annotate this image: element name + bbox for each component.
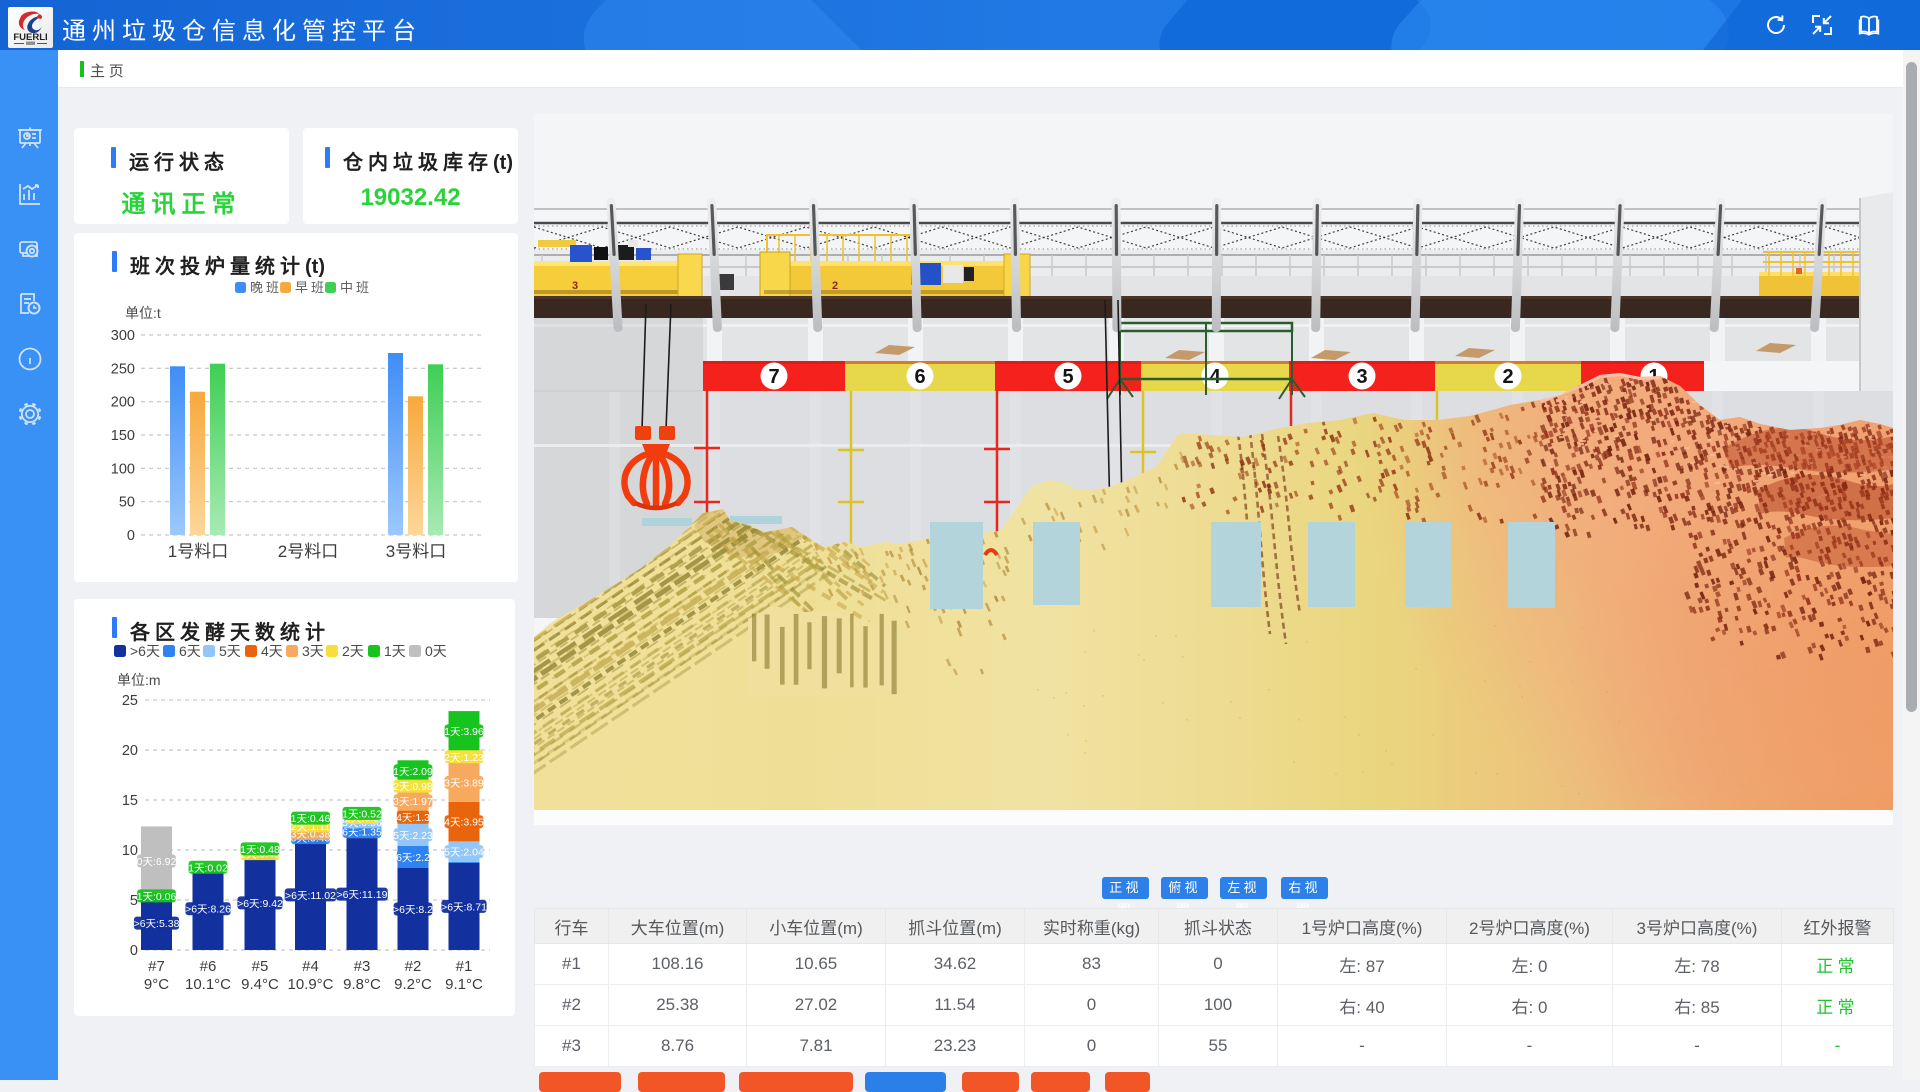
svg-text:150: 150 bbox=[111, 428, 135, 444]
svg-text:1天:0.06: 1天:0.06 bbox=[137, 891, 177, 903]
svg-text:>6天:8.71: >6天:8.71 bbox=[441, 901, 487, 913]
svg-text:4天:3.95: 4天:3.95 bbox=[444, 817, 484, 829]
svg-text:7: 7 bbox=[768, 366, 779, 388]
svg-text:>6天:8.2: >6天:8.2 bbox=[393, 904, 433, 916]
svg-text:>6天:9.42: >6天:9.42 bbox=[237, 898, 283, 910]
svg-text:9.8°C: 9.8°C bbox=[343, 976, 381, 993]
svg-text:1天:0.46: 1天:0.46 bbox=[291, 813, 331, 825]
svg-text:1号料口: 1号料口 bbox=[168, 542, 228, 561]
svg-text:9°C: 9°C bbox=[144, 976, 169, 993]
svg-text:20: 20 bbox=[122, 743, 138, 759]
svg-text:0天:6.92: 0天:6.92 bbox=[137, 856, 177, 868]
svg-text:10: 10 bbox=[122, 843, 138, 859]
svg-text:5天:2.04: 5天:2.04 bbox=[444, 847, 484, 859]
svg-text:1天:0.02: 1天:0.02 bbox=[188, 862, 228, 874]
svg-text:早班: 早班 bbox=[295, 280, 327, 295]
svg-text:1天:0.48: 1天:0.48 bbox=[240, 844, 280, 856]
svg-text:#1: #1 bbox=[456, 958, 473, 975]
svg-text:6天:2.2: 6天:2.2 bbox=[396, 852, 430, 864]
svg-text:3号料口: 3号料口 bbox=[386, 542, 446, 561]
svg-text:300: 300 bbox=[111, 328, 135, 344]
svg-text:>6天: >6天 bbox=[130, 643, 160, 659]
svg-text:250: 250 bbox=[111, 361, 135, 377]
svg-text:#5: #5 bbox=[252, 958, 269, 975]
svg-text:1天:3.96: 1天:3.96 bbox=[444, 726, 484, 738]
svg-text:6: 6 bbox=[914, 366, 925, 388]
svg-text:2天: 2天 bbox=[342, 643, 364, 659]
svg-text:0: 0 bbox=[127, 528, 135, 544]
svg-text:晚班: 晚班 bbox=[250, 280, 282, 295]
svg-text:10.1°C: 10.1°C bbox=[185, 976, 231, 993]
svg-text:#3: #3 bbox=[354, 958, 371, 975]
svg-text:25: 25 bbox=[122, 693, 138, 709]
svg-text:15: 15 bbox=[122, 793, 138, 809]
svg-text:0天: 0天 bbox=[425, 643, 447, 659]
svg-text:单位:t: 单位:t bbox=[125, 305, 161, 321]
svg-text:10.9°C: 10.9°C bbox=[287, 976, 333, 993]
svg-text:#4: #4 bbox=[302, 958, 319, 975]
svg-text:3天:3.89: 3天:3.89 bbox=[444, 778, 484, 790]
svg-text:2天:0.98: 2天:0.98 bbox=[393, 781, 433, 793]
svg-text:100: 100 bbox=[111, 461, 135, 477]
svg-text:4天: 4天 bbox=[261, 643, 283, 659]
svg-text:0: 0 bbox=[130, 943, 138, 959]
svg-text:FUERLI: FUERLI bbox=[13, 32, 47, 43]
svg-text:4: 4 bbox=[1209, 366, 1221, 388]
svg-text:#7: #7 bbox=[148, 958, 165, 975]
svg-text:200: 200 bbox=[111, 395, 135, 411]
svg-text:1天:2.09: 1天:2.09 bbox=[393, 766, 433, 778]
svg-text:2天:1.23: 2天:1.23 bbox=[444, 752, 484, 764]
svg-text:50: 50 bbox=[119, 495, 135, 511]
svg-text:单位:m: 单位:m bbox=[117, 672, 161, 688]
svg-text:9.1°C: 9.1°C bbox=[445, 976, 483, 993]
svg-text:1天: 1天 bbox=[384, 643, 406, 659]
svg-text:#6: #6 bbox=[200, 958, 217, 975]
svg-text:9.4°C: 9.4°C bbox=[241, 976, 279, 993]
svg-text:3天: 3天 bbox=[302, 643, 324, 659]
svg-text:中班: 中班 bbox=[340, 280, 372, 295]
svg-text:>6天:8.26: >6天:8.26 bbox=[185, 904, 231, 916]
svg-text:#2: #2 bbox=[405, 958, 422, 975]
svg-text:3天:1.97: 3天:1.97 bbox=[393, 796, 433, 808]
svg-text:>6天:5.38: >6天:5.38 bbox=[134, 918, 180, 930]
svg-text:>6天:11.19: >6天:11.19 bbox=[337, 889, 388, 901]
svg-text:2: 2 bbox=[832, 280, 838, 292]
svg-text:5: 5 bbox=[1062, 366, 1073, 388]
svg-text:3: 3 bbox=[1356, 366, 1367, 388]
svg-text:5天:2.23: 5天:2.23 bbox=[393, 830, 433, 842]
svg-text:6天: 6天 bbox=[179, 643, 201, 659]
svg-text:2: 2 bbox=[1502, 366, 1513, 388]
svg-text:3: 3 bbox=[572, 280, 578, 292]
svg-text:5天: 5天 bbox=[219, 643, 241, 659]
svg-text:2号料口: 2号料口 bbox=[278, 542, 338, 561]
svg-text:4天:1.3: 4天:1.3 bbox=[396, 812, 430, 824]
svg-text:1天:0.52: 1天:0.52 bbox=[342, 808, 382, 820]
svg-text:>6天:11.02: >6天:11.02 bbox=[285, 890, 336, 902]
svg-text:9.2°C: 9.2°C bbox=[394, 976, 432, 993]
